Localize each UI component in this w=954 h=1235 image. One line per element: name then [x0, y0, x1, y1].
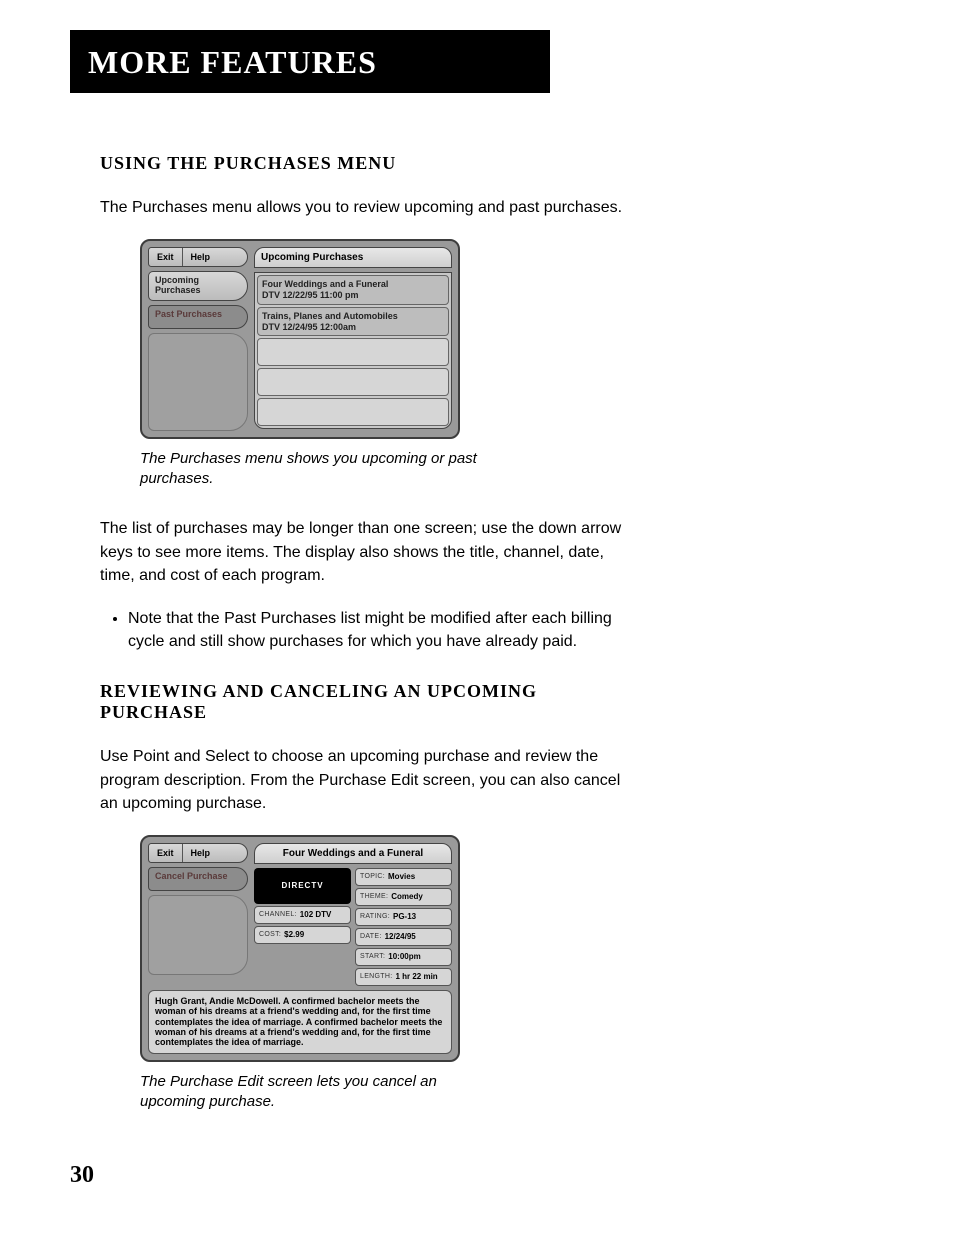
- list-item[interactable]: Trains, Planes and Automobiles DTV 12/24…: [257, 307, 449, 337]
- list-item-blank: [257, 338, 449, 366]
- topic-field: TOPIC:Movies: [355, 868, 452, 886]
- figure-caption: The Purchases menu shows you upcoming or…: [140, 449, 500, 490]
- bullet-item: Note that the Past Purchases list might …: [128, 607, 640, 653]
- item-details: DTV 12/24/95 12:00am: [262, 322, 444, 333]
- start-field: START:10:00pm: [355, 948, 452, 966]
- length-field: LENGTH:1 hr 22 min: [355, 968, 452, 986]
- empty-tab-area: [148, 333, 248, 431]
- item-title: Four Weddings and a Funeral: [262, 279, 444, 290]
- empty-tab-area: [148, 895, 248, 975]
- date-field: DATE:12/24/95: [355, 928, 452, 946]
- cost-field: COST:$2.99: [254, 926, 351, 944]
- list-item[interactable]: Four Weddings and a Funeral DTV 12/22/95…: [257, 275, 449, 305]
- purchase-list: Four Weddings and a Funeral DTV 12/22/95…: [254, 272, 452, 429]
- program-description: Hugh Grant, Andie McDowell. A confirmed …: [148, 990, 452, 1054]
- item-details: DTV 12/22/95 11:00 pm: [262, 290, 444, 301]
- body-text: The Purchases menu allows you to review …: [100, 196, 640, 219]
- body-text: Use Point and Select to choose an upcomi…: [100, 745, 640, 815]
- section-heading-1: USING THE PURCHASES MENU: [100, 153, 640, 174]
- theme-field: THEME:Comedy: [355, 888, 452, 906]
- panel-title: Upcoming Purchases: [254, 247, 452, 268]
- exit-help-tabs: Exit Help: [148, 843, 248, 863]
- program-title: Four Weddings and a Funeral: [254, 843, 452, 864]
- exit-button[interactable]: Exit: [149, 844, 183, 862]
- item-title: Trains, Planes and Automobiles: [262, 311, 444, 322]
- exit-button[interactable]: Exit: [149, 248, 183, 266]
- directv-logo: DIRECTV: [254, 868, 351, 904]
- upcoming-purchases-tab[interactable]: Upcoming Purchases: [148, 271, 248, 301]
- list-item-blank: [257, 368, 449, 396]
- section-heading-2: REVIEWING AND CANCELING AN UPCOMING PURC…: [100, 681, 640, 723]
- exit-help-tabs: Exit Help: [148, 247, 248, 267]
- list-item-blank: [257, 398, 449, 426]
- page-number: 30: [70, 1162, 640, 1189]
- channel-field: CHANNEL:102 DTV: [254, 906, 351, 924]
- page-header: MORE FEATURES: [70, 30, 550, 93]
- purchase-edit-figure: Exit Help Cancel Purchase Four Weddings …: [140, 835, 460, 1062]
- help-button[interactable]: Help: [183, 844, 219, 862]
- figure-caption: The Purchase Edit screen lets you cancel…: [140, 1072, 500, 1113]
- purchases-menu-figure: Exit Help Upcoming Purchases Past Purcha…: [140, 239, 460, 439]
- body-text: The list of purchases may be longer than…: [100, 517, 640, 587]
- past-purchases-tab[interactable]: Past Purchases: [148, 305, 248, 329]
- rating-field: RATING:PG-13: [355, 908, 452, 926]
- cancel-purchase-button[interactable]: Cancel Purchase: [148, 867, 248, 891]
- help-button[interactable]: Help: [183, 248, 219, 266]
